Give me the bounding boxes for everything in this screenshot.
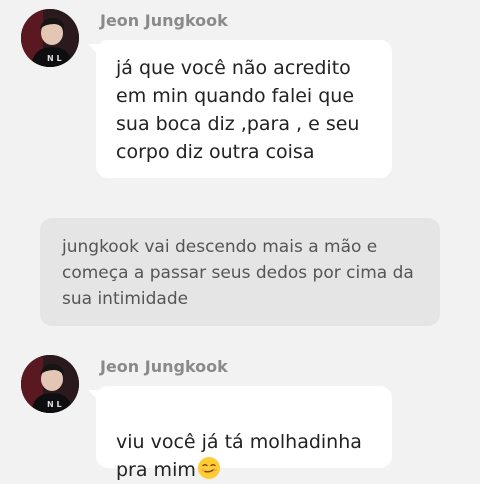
svg-text:N L: N L bbox=[47, 54, 62, 63]
avatar[interactable]: N L bbox=[21, 9, 79, 67]
message-text: viu você já tá molhadinha pra mim bbox=[116, 431, 362, 481]
message-bubble: já que você não acredito em min quando f… bbox=[88, 40, 392, 178]
smirking-face-emoji bbox=[197, 457, 220, 479]
sender-name: Jeon Jungkook bbox=[100, 11, 228, 30]
svg-text:N L: N L bbox=[47, 400, 62, 409]
message-bubble: viu você já tá molhadinha pra mim bbox=[88, 386, 392, 481]
avatar-image: N L bbox=[21, 9, 79, 67]
avatar[interactable]: N L bbox=[21, 355, 79, 413]
avatar-image: N L bbox=[21, 355, 79, 413]
sender-name: Jeon Jungkook bbox=[100, 357, 228, 376]
narration-bubble: jungkook vai descendo mais a mão e começ… bbox=[40, 218, 440, 326]
